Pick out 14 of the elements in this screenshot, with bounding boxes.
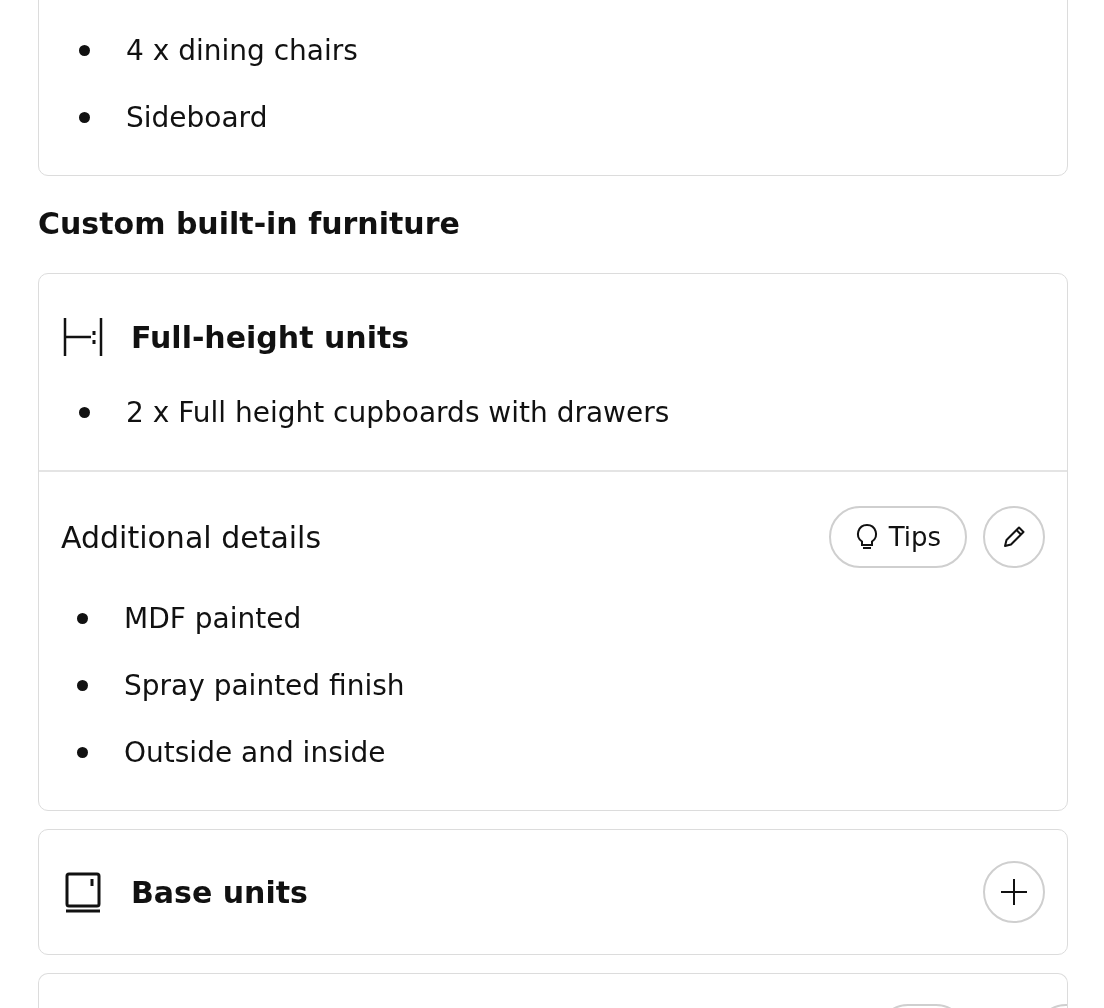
lightbulb-icon — [854, 523, 879, 551]
list-item: 4 x dining chairs — [63, 17, 1043, 84]
cabinet-icon — [61, 315, 105, 359]
list-item: MDF painted — [61, 585, 1045, 652]
details-label: Additional details — [61, 519, 323, 555]
tips-button[interactable]: Tips — [828, 506, 967, 568]
unit-title: Base units — [131, 874, 309, 910]
unit-title: Full-height units — [131, 319, 411, 355]
list-item: Outside and inside — [61, 719, 1045, 786]
section-title: Custom built-in furniture — [38, 206, 461, 242]
list-item: 2 x Full height cupboards with drawers — [63, 379, 1043, 446]
list-item: Spray painted finish — [61, 652, 1045, 719]
list-item: Sideboard — [63, 84, 1043, 151]
plus-icon — [999, 877, 1029, 907]
